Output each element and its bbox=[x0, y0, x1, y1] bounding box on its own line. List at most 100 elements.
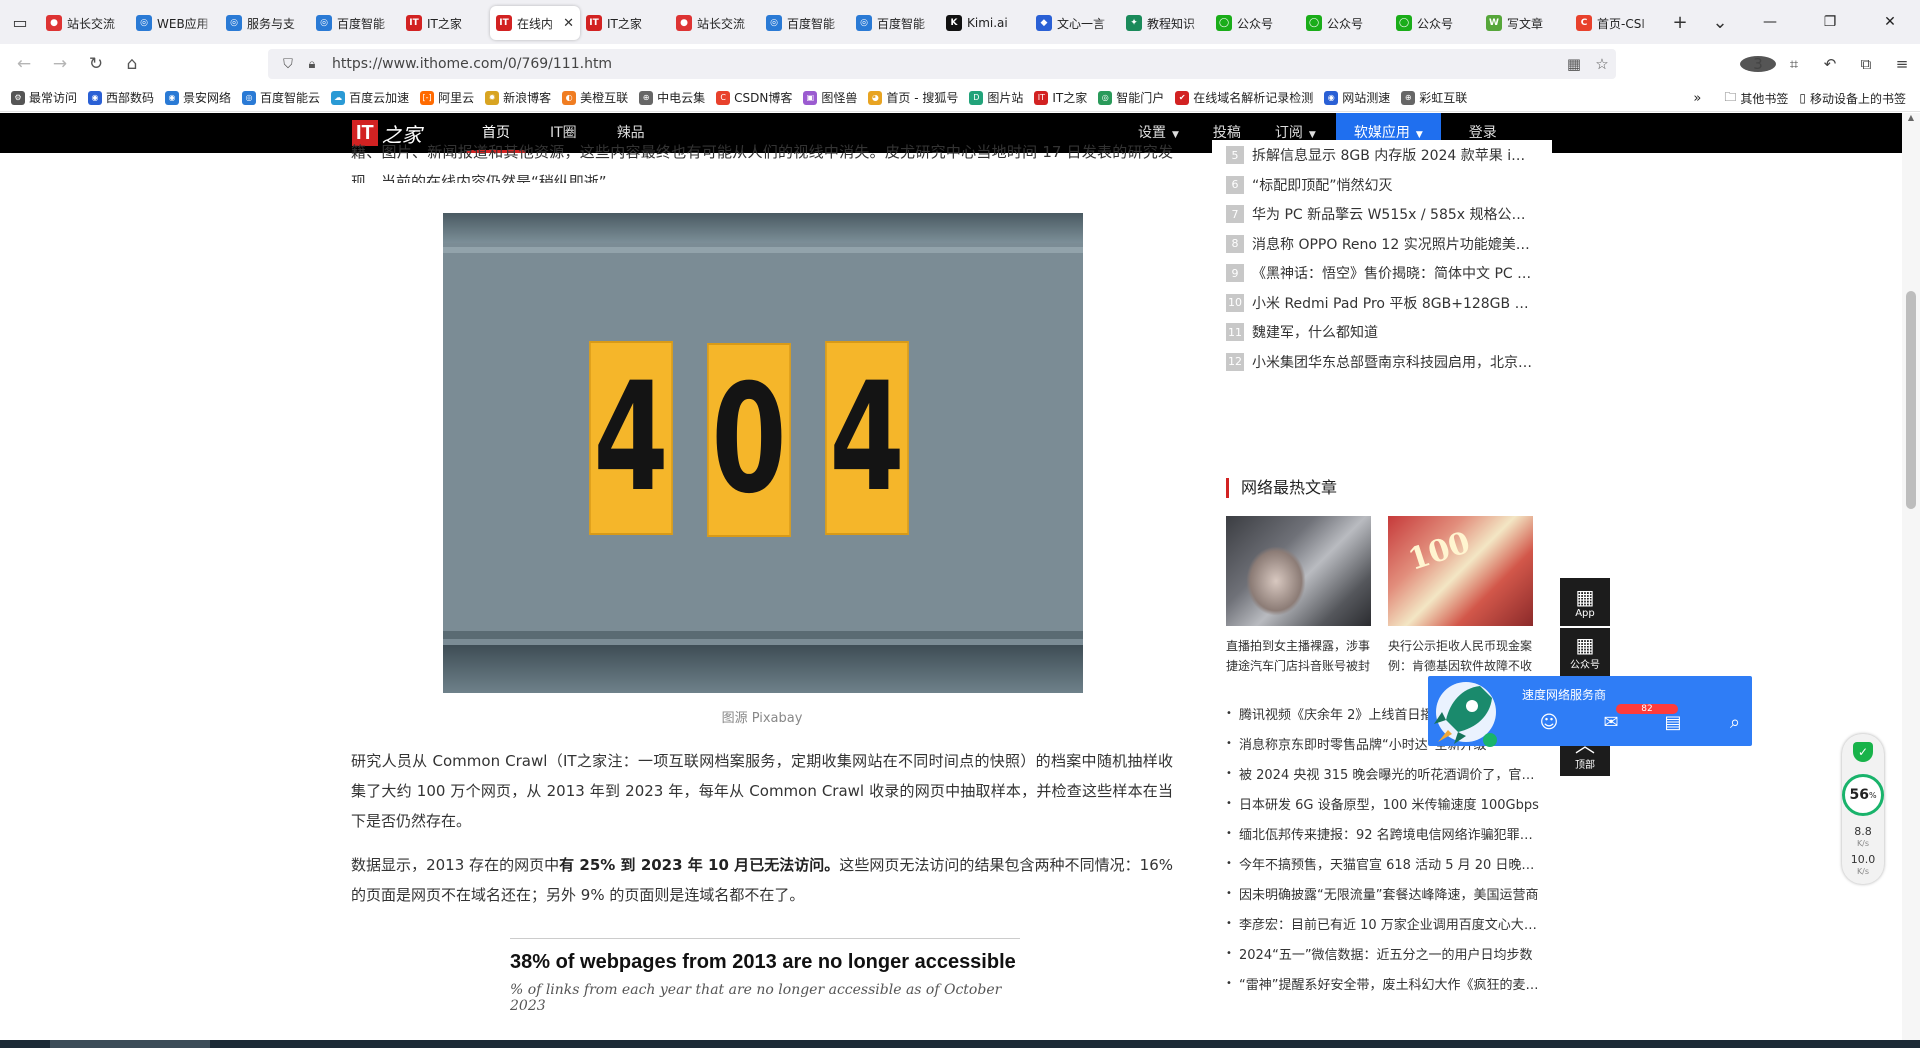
close-window-icon[interactable]: ✕ bbox=[1860, 0, 1920, 44]
hot-list-item[interactable]: • 因未明确披露“无限流量”套餐达峰降速，美国运营商 bbox=[1226, 878, 1546, 908]
browser-tab[interactable]: IT 在线内 ✕ bbox=[490, 6, 580, 40]
browser-tab[interactable]: ◎ 百度智能 bbox=[310, 6, 400, 40]
browser-tab[interactable]: ◎ 百度智能 bbox=[760, 6, 850, 40]
bookmark-item[interactable]: ✔ 在线域名解析记录检测 bbox=[1175, 89, 1313, 106]
browser-tab[interactable]: K Kimi.ai bbox=[940, 6, 1030, 40]
tab-label: 服务与支 bbox=[247, 16, 296, 31]
rank-item[interactable]: 9 《黑神话：悟空》售价揭晓：简体中文 PC 标准版 bbox=[1226, 258, 1532, 288]
scroll-up-icon[interactable]: ▲ bbox=[1902, 113, 1920, 122]
hot-thumb-car[interactable] bbox=[1226, 516, 1371, 626]
forward-icon[interactable]: → bbox=[42, 48, 78, 80]
calendar-icon[interactable]: ▤ bbox=[1642, 712, 1704, 733]
toolbar-right: 3 ⌗ ↶ ⧉ ≡ bbox=[1740, 44, 1920, 84]
url-bar[interactable]: ⛉ 🔒︎ https://www.ithome.com/0/769/111.ht… bbox=[268, 49, 1616, 79]
scroll-thumb[interactable] bbox=[1906, 291, 1916, 509]
home-icon[interactable]: ⌂ bbox=[114, 48, 150, 80]
mail-icon[interactable]: ✉ 82 bbox=[1580, 704, 1678, 733]
browser-tab[interactable]: C 首页-CSI bbox=[1570, 6, 1660, 40]
new-tab-button[interactable]: + bbox=[1660, 12, 1700, 33]
rocket-icon[interactable] bbox=[1422, 676, 1502, 752]
hot-list-item[interactable]: • “雷神”提醒系好安全带，废土科幻大作《疯狂的麦克斯》 bbox=[1226, 968, 1546, 998]
browser-tab[interactable]: ◎ 百度智能 bbox=[850, 6, 940, 40]
page-scrollbar[interactable]: ▲ bbox=[1902, 113, 1920, 1040]
hot-thumb-caption[interactable]: 直播拍到女主播裸露，涉事捷途汽车门店抖音账号被封 bbox=[1226, 636, 1374, 676]
bookmark-item[interactable]: ◉ 网站测速 bbox=[1324, 89, 1390, 106]
bookmark-item[interactable]: D 图片站 bbox=[969, 89, 1023, 106]
article-paragraph: 研究人员从 Common Crawl（IT之家注：一项互联网档案服务，定期收集网… bbox=[351, 752, 1173, 830]
browser-tab[interactable]: IT IT之家 bbox=[400, 6, 490, 40]
tab-label: IT之家 bbox=[607, 16, 642, 31]
browser-tab[interactable]: W 写文章 bbox=[1480, 6, 1570, 40]
url-text[interactable]: https://www.ithome.com/0/769/111.htm bbox=[332, 56, 1560, 72]
menu-icon[interactable]: ≡ bbox=[1884, 55, 1920, 73]
bookmark-item[interactable]: ◉ 西部数码 bbox=[88, 89, 154, 106]
bookmark-item[interactable]: ◉ 景安网络 bbox=[165, 89, 231, 106]
bullet-icon: • bbox=[1226, 917, 1232, 929]
extension-badge[interactable]: 3 bbox=[1740, 55, 1776, 73]
browser-tab[interactable]: ◯ 公众号 bbox=[1390, 6, 1480, 40]
tab-list-icon[interactable]: ▭ bbox=[0, 0, 40, 44]
hot-list-item[interactable]: • 日本研发 6G 设备原型，100 米传输速度 100Gbps bbox=[1226, 788, 1546, 818]
rank-item[interactable]: 11 魏建军，什么都知道 bbox=[1226, 317, 1532, 347]
browser-tab[interactable]: ● 站长交流 bbox=[670, 6, 760, 40]
hot-list-item[interactable]: • 今年不搞预售，天猫官宣 618 活动 5 月 20 日晚开启 bbox=[1226, 848, 1546, 878]
bookmarks-overflow-icon[interactable]: » bbox=[1693, 91, 1701, 106]
bookmark-item[interactable]: ▣ 图怪兽 bbox=[803, 89, 857, 106]
hot-list-item[interactable]: • 缅北佤邦传来捷报：92 名跨境电信网络诈骗犯罪嫌疑人 bbox=[1226, 818, 1546, 848]
tab-close-icon[interactable]: ✕ bbox=[563, 16, 574, 31]
restore-icon[interactable]: ❐ bbox=[1800, 0, 1860, 44]
rank-item[interactable]: 6 “标配即顶配”悄然幻灭 bbox=[1226, 170, 1532, 200]
bookmark-item[interactable]: ◎ 智能门户 bbox=[1098, 89, 1164, 106]
app-qr-button[interactable]: ▦ App bbox=[1560, 578, 1610, 626]
tab-overflow-chevron-icon[interactable]: ⌄ bbox=[1700, 12, 1740, 33]
bookmark-item[interactable]: [-] 阿里云 bbox=[420, 89, 474, 106]
browser-tab[interactable]: ◆ 文心一言 bbox=[1030, 6, 1120, 40]
browser-tab[interactable]: ◎ 服务与支 bbox=[220, 6, 310, 40]
extensions-icon[interactable]: ⧉ bbox=[1848, 55, 1884, 73]
bookmark-star-icon[interactable]: ☆ bbox=[1588, 55, 1616, 73]
back-icon[interactable]: ← bbox=[6, 48, 42, 80]
bookmark-item[interactable]: ◐ 美橙互联 bbox=[562, 89, 628, 106]
bookmark-item[interactable]: IT IT之家 bbox=[1034, 89, 1087, 106]
rank-item[interactable]: 7 华为 PC 新品擎云 W515x / 585x 规格公布，搭载 bbox=[1226, 199, 1532, 229]
rank-item[interactable]: 8 消息称 OPPO Reno 12 实况照片功能媲美苹果 bbox=[1226, 229, 1532, 259]
bookmark-item[interactable]: C CSDN博客 bbox=[716, 89, 792, 106]
hot-thumb-caption[interactable]: 央行公示拒收人民币现金案例：肯德基因软件故障不收现金 bbox=[1388, 636, 1536, 676]
minimize-icon[interactable]: — bbox=[1740, 0, 1800, 44]
hot-list-item[interactable]: • 2024“五一”微信数据：近五分之一的用户日均步数 bbox=[1226, 938, 1546, 968]
bookmark-item[interactable]: ⚙ 最常访问 bbox=[11, 89, 77, 106]
qr-code-icon[interactable]: ▦ bbox=[1560, 55, 1588, 73]
smile-icon[interactable]: ☺ bbox=[1518, 712, 1580, 733]
browser-tab[interactable]: ● 站长交流 bbox=[40, 6, 130, 40]
crop-icon[interactable]: ⌗ bbox=[1776, 55, 1812, 73]
rank-item[interactable]: 10 小米 Redmi Pad Pro 平板 8GB+128GB 版本到手价 bbox=[1226, 288, 1532, 318]
mobile-bookmarks[interactable]: ▯ 移动设备上的书签 bbox=[1799, 90, 1906, 107]
bookmark-item[interactable]: ☁ 百度云加速 bbox=[331, 89, 409, 106]
search-icon[interactable]: ⌕ bbox=[1704, 712, 1766, 733]
browser-tab[interactable]: ◯ 公众号 bbox=[1300, 6, 1390, 40]
hot-list-item[interactable]: • 被 2024 央视 315 晚会曝光的听花酒调价了，官方回应 bbox=[1226, 758, 1546, 788]
bookmark-item[interactable]: ⊕ 彩虹互联 bbox=[1401, 89, 1467, 106]
bookmark-item[interactable]: ◕ 首页 - 搜狐号 bbox=[868, 89, 958, 106]
browser-tab[interactable]: IT IT之家 bbox=[580, 6, 670, 40]
bookmark-item[interactable]: ✹ 新浪博客 bbox=[485, 89, 551, 106]
reload-icon[interactable]: ↻ bbox=[78, 48, 114, 80]
rank-item[interactable]: 12 小米集团华东总部暨南京科技园启用，北京外首个 bbox=[1226, 347, 1532, 377]
hot-thumb-money[interactable]: 100 bbox=[1388, 516, 1533, 626]
undo-icon[interactable]: ↶ bbox=[1812, 55, 1848, 73]
tab-favicon-icon: ◯ bbox=[1306, 15, 1322, 31]
bookmark-favicon-icon: ◐ bbox=[562, 90, 577, 105]
browser-tab[interactable]: ◯ 公众号 bbox=[1210, 6, 1300, 40]
hot-list-item[interactable]: • 李彦宏：目前已有近 10 万家企业调用百度文心大模型 bbox=[1226, 908, 1546, 938]
network-speed-meter[interactable]: ✓ 56% 8.8 K/s 10.0 K/s bbox=[1842, 734, 1884, 884]
browser-tab[interactable]: ◎ WEB应用 bbox=[130, 6, 220, 40]
shield-icon[interactable]: ⛉ bbox=[276, 57, 300, 72]
bookmark-item[interactable]: ⊕ 中电云集 bbox=[639, 89, 705, 106]
bookmark-favicon-icon: ⊕ bbox=[1401, 90, 1416, 105]
rank-item[interactable]: 5 拆解信息显示 8GB 内存版 2024 款苹果 iPad Pro bbox=[1226, 140, 1532, 170]
other-bookmarks[interactable]: 🗀︎ 其他书签 bbox=[1724, 88, 1788, 109]
wechat-qr-button[interactable]: ▦ 公众号 bbox=[1560, 628, 1610, 676]
browser-tab[interactable]: ✦ 教程知识 bbox=[1120, 6, 1210, 40]
lock-icon[interactable]: 🔒︎ bbox=[300, 57, 324, 72]
bookmark-item[interactable]: ◎ 百度智能云 bbox=[242, 89, 320, 106]
